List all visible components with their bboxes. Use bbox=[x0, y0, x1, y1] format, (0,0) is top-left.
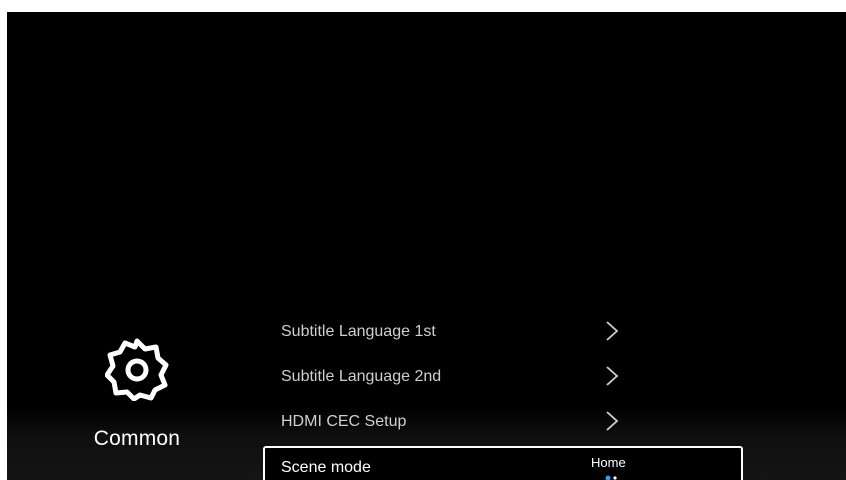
menu-item-scene-mode[interactable]: Scene mode Home bbox=[263, 446, 743, 480]
gear-icon bbox=[105, 338, 169, 401]
category-label: Common bbox=[93, 427, 181, 450]
option-dots-icon bbox=[605, 475, 617, 480]
settings-category: Common bbox=[82, 337, 192, 451]
chevron-right-icon bbox=[606, 366, 619, 386]
menu-item-label: Scene mode bbox=[281, 459, 371, 476]
menu-item-subtitle-language-2nd[interactable]: Subtitle Language 2nd bbox=[263, 355, 743, 400]
menu-item-subtitle-language-1st[interactable]: Subtitle Language 1st bbox=[263, 310, 743, 355]
menu-item-label: HDMI CEC Setup bbox=[281, 413, 407, 430]
settings-menu: Subtitle Language 1st Subtitle Language … bbox=[263, 310, 743, 480]
scene-mode-value: Home bbox=[591, 455, 626, 470]
chevron-right-icon bbox=[606, 411, 619, 431]
menu-item-hdmi-cec-setup[interactable]: HDMI CEC Setup bbox=[263, 400, 743, 445]
chevron-right-icon bbox=[606, 321, 619, 341]
tv-settings-screen: Common Subtitle Language 1st Subtitle La… bbox=[7, 12, 846, 480]
menu-item-label: Subtitle Language 1st bbox=[281, 323, 436, 340]
menu-item-label: Subtitle Language 2nd bbox=[281, 368, 442, 385]
